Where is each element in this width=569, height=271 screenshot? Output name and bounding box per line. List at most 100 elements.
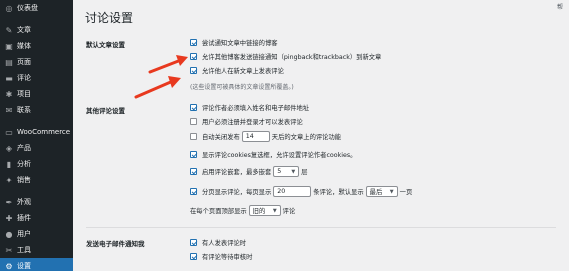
sidebar-item-11[interactable]: ✒ 外观 xyxy=(0,194,73,210)
require-name-email-label: 评论作者必须填入姓名和电子邮件地址 xyxy=(202,105,310,112)
dashboard-icon: ◎ xyxy=(5,3,13,13)
sidebar-item-label: 销售 xyxy=(17,176,31,184)
user-icon: ● xyxy=(5,229,13,239)
option-auto-close[interactable]: 自动关闭发布 14 天后的文章上的评论功能 xyxy=(190,131,341,142)
sidebar-item-1[interactable]: ✎ 文章 xyxy=(0,22,73,38)
option-show-cookies[interactable]: 显示评论cookies复选框，允许设置评论作者cookies。 xyxy=(190,150,356,159)
option-attempt-notify[interactable]: 尝试通知文章中链接的博客 xyxy=(190,38,278,47)
email-anyone-posts-label: 有人发表评论时 xyxy=(202,240,247,247)
sidebar-item-2[interactable]: ▣ 媒体 xyxy=(0,38,73,54)
woocommerce-icon: ▭ xyxy=(5,127,13,137)
sidebar-item-label: 设置 xyxy=(17,262,31,270)
sidebar-item-label: 外观 xyxy=(17,198,31,206)
threaded-comments-checkbox[interactable] xyxy=(190,168,197,175)
email-moderation-label: 有评论等待审核时 xyxy=(202,254,253,261)
paged-comments-checkbox[interactable] xyxy=(190,188,197,195)
contact-icon: ✉ xyxy=(5,105,13,115)
sidebar-item-8[interactable]: ◈ 产品 xyxy=(0,140,73,156)
appearance-icon: ✒ xyxy=(5,197,13,207)
section-divider xyxy=(86,227,556,228)
sidebar-item-6[interactable]: ✉ 联系 xyxy=(0,102,73,118)
main-content: 帮 讨论设置 默认文章设置 尝试通知文章中链接的博客 允许其他博客发送链接通知（… xyxy=(73,0,569,271)
sidebar-item-13[interactable]: ● 用户 xyxy=(0,226,73,242)
paged-comments-prefix: 分页显示评论，每页显示 xyxy=(202,189,272,196)
chevron-down-icon: ▼ xyxy=(272,207,277,214)
sidebar-item-5[interactable]: ✱ 项目 xyxy=(0,86,73,102)
sidebar-item-10[interactable]: ✦ 销售 xyxy=(0,172,73,188)
attempt-notify-label: 尝试通知文章中链接的博客 xyxy=(202,40,278,47)
comments-per-page-input[interactable]: 20 xyxy=(273,186,312,197)
product-icon: ◈ xyxy=(5,143,13,153)
sidebar-item-label: 页面 xyxy=(17,58,31,66)
other-comment-settings-label: 其他评论设置 xyxy=(86,107,125,115)
thread-depth-value: 5 xyxy=(277,168,282,175)
comment-order-select[interactable]: 旧的 ▼ xyxy=(248,205,281,216)
option-comment-order: 在每个页面顶部显示 旧的 ▼ 评论 xyxy=(190,205,295,216)
option-allow-pingbacks[interactable]: 允许其他博客发送链接通知（pingback和trackback）到新文章 xyxy=(190,52,381,61)
sidebar-item-label: 工具 xyxy=(17,246,31,254)
sidebar-item-label: WooCommerce xyxy=(17,128,71,136)
chevron-down-icon: ▼ xyxy=(291,168,296,175)
auto-close-days-input[interactable]: 14 xyxy=(241,131,270,142)
paged-comments-mid: 条评论，默认显示 xyxy=(313,189,364,196)
override-note: (这些设置可被具体的文章设置所覆盖。) xyxy=(190,84,294,91)
sidebar-item-label: 项目 xyxy=(17,90,31,98)
email-notify-label: 发送电子邮件通知我 xyxy=(86,240,145,248)
show-cookies-checkbox[interactable] xyxy=(190,151,197,158)
marketing-icon: ✦ xyxy=(5,175,13,185)
require-name-email-checkbox[interactable] xyxy=(190,104,197,111)
sidebar-item-7[interactable]: ▭ WooCommerce xyxy=(0,124,73,140)
sidebar-item-label: 联系 xyxy=(17,106,31,114)
sidebar-item-label: 分析 xyxy=(17,160,31,168)
option-allow-comments[interactable]: 允许他人在新文章上发表评论 xyxy=(190,66,284,75)
sidebar-item-14[interactable]: ✂ 工具 xyxy=(0,242,73,258)
option-require-login[interactable]: 用户必须注册并登录才可以发表评论 xyxy=(190,117,303,126)
email-anyone-posts-checkbox[interactable] xyxy=(190,239,197,246)
admin-sidebar: ◎ 仪表盘 ✎ 文章 ▣ 媒体 ▤ 页面 ▬ 评论 ✱ 项目 ✉ 联系 ▭ WooCommerce ◈ 产品 ▮ 分析… xyxy=(0,0,73,271)
sidebar-item-label: 用户 xyxy=(17,230,31,238)
sidebar-item-label: 文章 xyxy=(17,26,31,34)
require-login-checkbox[interactable] xyxy=(190,118,197,125)
email-moderation-checkbox[interactable] xyxy=(190,253,197,260)
auto-close-prefix: 自动关闭发布 xyxy=(202,134,240,141)
option-threaded-comments[interactable]: 启用评论嵌套，最多嵌套 5 ▼ 层 xyxy=(190,166,308,177)
option-paged-comments[interactable]: 分页显示评论，每页显示 20 条评论，默认显示 最后 ▼ 一页 xyxy=(190,186,412,197)
auto-close-checkbox[interactable] xyxy=(190,133,197,140)
comment-icon: ▬ xyxy=(5,73,13,83)
option-email-moderation[interactable]: 有评论等待审核时 xyxy=(190,252,252,261)
sidebar-item-15[interactable]: ⚙ 设置 xyxy=(0,258,73,271)
allow-comments-label: 允许他人在新文章上发表评论 xyxy=(202,68,284,75)
sidebar-item-label: 产品 xyxy=(17,144,31,152)
option-email-anyone-posts[interactable]: 有人发表评论时 xyxy=(190,238,246,247)
option-require-name-email[interactable]: 评论作者必须填入姓名和电子邮件地址 xyxy=(190,103,309,112)
project-icon: ✱ xyxy=(5,89,13,99)
allow-comments-checkbox[interactable] xyxy=(190,67,197,74)
allow-pingbacks-label: 允许其他博客发送链接通知（pingback和trackback）到新文章 xyxy=(202,54,382,61)
media-icon: ▣ xyxy=(5,41,13,51)
show-cookies-label: 显示评论cookies复选框，允许设置评论作者cookies。 xyxy=(202,152,357,159)
comment-order-value: 旧的 xyxy=(252,208,266,215)
plugin-icon: ✚ xyxy=(5,213,13,223)
sidebar-item-4[interactable]: ▬ 评论 xyxy=(0,70,73,86)
sidebar-item-3[interactable]: ▤ 页面 xyxy=(0,54,73,70)
pin-icon: ✎ xyxy=(5,25,13,35)
sidebar-item-12[interactable]: ✚ 插件 xyxy=(0,210,73,226)
default-page-select[interactable]: 最后 ▼ xyxy=(365,186,398,197)
paged-comments-suffix: 一页 xyxy=(399,189,413,196)
settings-icon: ⚙ xyxy=(5,261,13,271)
thread-depth-select[interactable]: 5 ▼ xyxy=(273,166,300,177)
sidebar-item-0[interactable]: ◎ 仪表盘 xyxy=(0,0,73,16)
threaded-comments-prefix: 启用评论嵌套，最多嵌套 xyxy=(202,169,272,176)
sidebar-item-9[interactable]: ▮ 分析 xyxy=(0,156,73,172)
tools-icon: ✂ xyxy=(5,245,13,255)
help-tab[interactable]: 帮 xyxy=(557,2,563,11)
allow-pingbacks-checkbox[interactable] xyxy=(190,53,197,60)
sidebar-item-label: 媒体 xyxy=(17,42,31,50)
attempt-notify-checkbox[interactable] xyxy=(190,39,197,46)
chevron-down-icon: ▼ xyxy=(389,188,394,195)
require-login-label: 用户必须注册并登录才可以发表评论 xyxy=(202,119,303,126)
default-article-settings-label: 默认文章设置 xyxy=(86,41,125,49)
sidebar-item-label: 仪表盘 xyxy=(17,4,38,12)
threaded-comments-suffix: 层 xyxy=(301,169,308,176)
page-title: 讨论设置 xyxy=(85,11,134,25)
